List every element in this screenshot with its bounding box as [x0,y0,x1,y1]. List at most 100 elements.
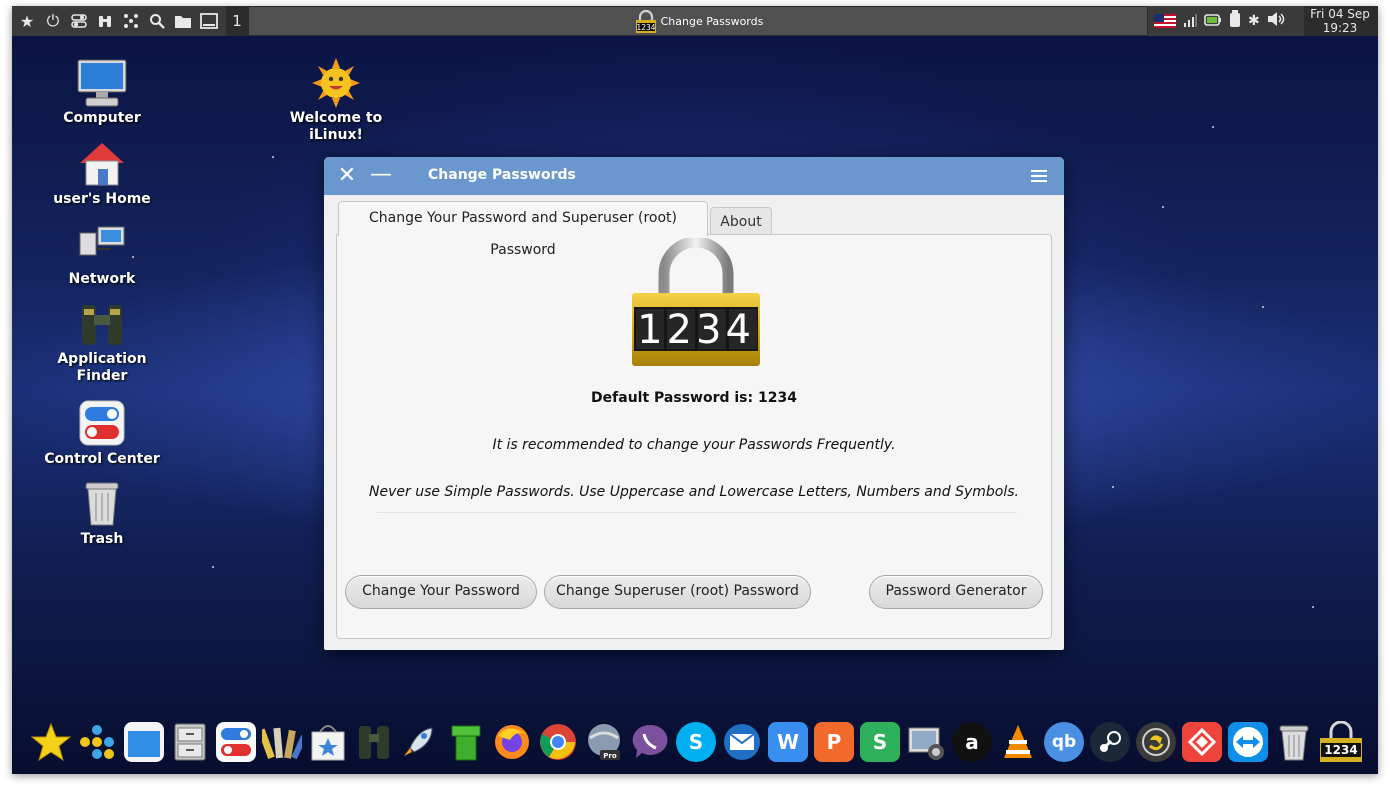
star [272,156,274,158]
power-icon[interactable]: ⏻ [42,10,64,32]
tab-panel: 1234 Default Password is: 1234 It is rec… [336,234,1052,639]
desktop-icon-label: Computer [63,110,141,126]
bluetooth-icon[interactable]: ✱ [1248,13,1260,29]
dock-teamviewer-icon[interactable] [1228,722,1268,762]
change-password-button[interactable]: Change Your Password [345,575,537,609]
star [1262,306,1264,308]
dock-chrome-icon[interactable] [538,722,578,762]
desktop-icon-control-center[interactable]: Control Center [42,399,162,468]
dock-remote-desktop-icon[interactable] [1182,722,1222,762]
desktop-icon-label: Welcome to iLinux! [289,110,383,143]
desktop-icon-computer[interactable]: Computer [42,58,162,127]
apps-grid-icon[interactable] [120,10,142,32]
tab-change-password[interactable]: Change Your Password and Superuser (root… [338,201,708,258]
dock-steam-icon[interactable] [1090,722,1130,762]
desktop-icon-application-finder[interactable]: Application Finder [42,299,162,385]
removable-drive-icon[interactable] [1229,10,1241,32]
star-menu-icon[interactable]: ★ [16,10,38,32]
dock-skype-icon[interactable]: S [676,722,716,762]
separator [377,512,1017,513]
desktop-icon-network[interactable]: Network [42,219,162,288]
dock-viber-icon[interactable] [630,722,670,762]
desktop-icon-label: Application Finder [57,351,147,384]
dock-anydesk-icon[interactable]: a [952,722,992,762]
dock-mail-icon[interactable] [722,722,762,762]
padlock-1234-icon: 1234 [630,236,762,368]
desktop-icon-label: Network [68,271,136,287]
desktop: ★ ⏻ 1 1234 Change Passwords ✱ Fri 04 Sep… [12,6,1378,774]
tab-about[interactable]: About [710,207,772,236]
desktop-icon-home[interactable]: user's Home [42,139,162,208]
desktop-icon-label: Trash [80,531,124,547]
dock-firefox-icon[interactable] [492,722,532,762]
change-root-password-button[interactable]: Change Superuser (root) Password [544,575,811,609]
signal-icon[interactable] [1183,12,1197,31]
clock-date: Fri 04 Sep [1310,7,1370,21]
dock-app-grid-icon[interactable] [77,722,117,762]
star [1312,606,1314,608]
top-panel: ★ ⏻ 1 1234 Change Passwords ✱ Fri 04 Sep… [12,6,1378,36]
dock-rocket-icon[interactable] [400,722,440,762]
computer-icon [76,58,128,108]
sun-icon [310,58,362,108]
volume-icon[interactable] [1267,11,1285,31]
panel-launchers: ★ ⏻ [12,6,226,36]
default-password-text: Default Password is: 1234 [591,390,797,406]
folder-icon[interactable] [172,10,194,32]
system-tray: ✱ [1148,6,1304,36]
padlock-icon: 1234 [633,9,659,33]
window-titlebar[interactable]: ✕ — Change Passwords [324,157,1064,195]
svg-text:Pro: Pro [603,752,617,760]
mini-lock-code: 1234 [636,23,655,32]
search-icon[interactable] [146,10,168,32]
hamburger-menu-icon[interactable] [1028,167,1050,185]
dock-google-earth-pro-icon[interactable]: Pro [584,722,624,762]
dock-file-manager-icon[interactable] [170,722,210,762]
trash-icon [76,479,128,529]
dock-lock-code: 1234 [1324,743,1357,757]
dock-control-center-icon[interactable] [216,722,256,762]
password-generator-button[interactable]: Password Generator [869,575,1043,609]
minimize-button[interactable]: — [370,164,392,187]
dock-trash-icon[interactable] [1274,722,1314,762]
binoculars-icon[interactable] [94,10,116,32]
dock-presentation-icon[interactable]: P [814,722,854,762]
workspace-switcher[interactable]: 1 [226,6,248,36]
password-tip-text: Never use Simple Passwords. Use Uppercas… [369,484,1019,500]
binoculars-icon [76,299,128,349]
desktop-icon-trash[interactable]: Trash [42,479,162,548]
dock-software-store-icon[interactable] [308,722,348,762]
desktop-icon-label: Control Center [44,451,160,467]
dock-screenshot-icon[interactable] [906,722,946,762]
dock-color-palette-icon[interactable] [262,722,302,762]
dock-favorites-star-icon[interactable] [31,722,71,762]
dock-binoculars-icon[interactable] [354,722,394,762]
control-center-icon [76,399,128,449]
dock-spreadsheet-icon[interactable]: S [860,722,900,762]
star [1112,486,1114,488]
show-desktop-icon[interactable] [198,10,220,32]
dock-green-pipe-icon[interactable] [446,722,486,762]
change-passwords-window: ✕ — Change Passwords Change Your Passwor… [324,157,1064,650]
clock[interactable]: Fri 04 Sep 19:23 [1302,6,1378,37]
dock-writer-icon[interactable]: W [768,722,808,762]
dock: Pro S W P S a qb 1234 [12,712,1378,772]
dock-change-passwords-icon[interactable]: 1234 [1318,721,1364,762]
settings-icon[interactable] [68,10,90,32]
desktop-icon-label: user's Home [53,191,151,207]
star [1212,126,1214,128]
window-title: Change Passwords [428,167,576,183]
dock-qbittorrent-icon[interactable]: qb [1044,722,1084,762]
battery-charging-icon[interactable] [1204,12,1222,31]
close-button[interactable]: ✕ [336,165,358,187]
star [212,566,214,568]
dock-show-desktop-icon[interactable] [124,722,164,762]
star [1162,206,1164,208]
dock-vlc-icon[interactable] [998,722,1038,762]
clock-time: 19:23 [1322,21,1358,35]
dock-timeshift-icon[interactable] [1136,722,1176,762]
taskbar-task-change-passwords[interactable]: 1234 Change Passwords [249,7,1147,35]
us-flag-icon[interactable] [1154,14,1176,28]
recommend-text: It is recommended to change your Passwor… [492,437,896,453]
desktop-icon-welcome[interactable]: Welcome to iLinux! [276,58,396,144]
